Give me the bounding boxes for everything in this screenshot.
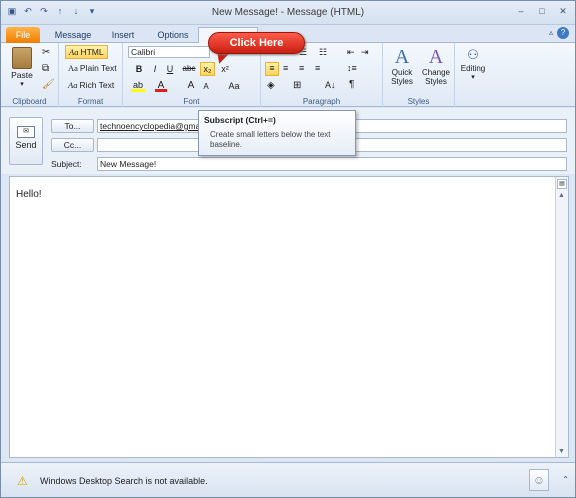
tab-file[interactable]: File (6, 27, 40, 43)
tab-message[interactable]: Message (51, 27, 95, 43)
editing-group: ⚇ Editing ▾ (455, 43, 491, 107)
font-group-label: Font (183, 97, 200, 106)
title-bar: ▣ ↶ ↷ ↑ ↓ ▾ New Message! - Message (HTML… (1, 1, 575, 25)
format-painter-icon[interactable]: 🖌 (42, 79, 55, 90)
bold-button[interactable]: B (134, 63, 144, 75)
click-here-callout: Click Here (208, 32, 305, 54)
quick-styles-button[interactable]: A Quick Styles (385, 46, 419, 86)
window-controls: – □ ✕ (515, 5, 569, 17)
italic-button[interactable]: I (150, 63, 160, 75)
font-color-icon[interactable]: A (155, 80, 167, 92)
line-spacing-icon[interactable]: ↕≡ (347, 63, 357, 73)
decrease-indent-icon[interactable]: ⇤ (347, 47, 355, 58)
format-group: Aa HTML Aa Plain Text Aa Rich Text Forma… (59, 43, 123, 107)
warning-icon: ⚠ (17, 474, 28, 488)
ruler-icon[interactable]: ▤ (557, 179, 567, 189)
change-styles-icon: A (428, 46, 444, 68)
people-pane-icon[interactable]: ☺ (529, 469, 549, 491)
highlight-color-icon[interactable]: ab (131, 80, 145, 92)
chevron-down-icon: ▾ (471, 74, 475, 81)
editing-button[interactable]: ⚇ Editing ▾ (457, 46, 489, 81)
tooltip-title: Subscript (Ctrl+=) (204, 115, 276, 125)
vertical-scrollbar[interactable]: ▤ ▲ ▼ (555, 177, 568, 457)
tab-options[interactable]: Options (151, 27, 195, 43)
align-right-icon[interactable]: ≡ (299, 63, 304, 73)
copy-icon[interactable]: ⧉ (42, 63, 49, 74)
quick-styles-icon: A (394, 46, 410, 68)
message-body[interactable]: Hello! ▤ ▲ ▼ (9, 176, 569, 458)
styles-group: A Quick Styles A Change Styles Styles (383, 43, 455, 107)
chevron-down-icon: ▾ (20, 81, 24, 88)
send-button[interactable]: ✉ Send (9, 117, 43, 165)
shrink-font-button[interactable]: A (201, 81, 211, 93)
show-formatting-icon[interactable]: ¶ (349, 79, 354, 90)
increase-indent-icon[interactable]: ⇥ (361, 47, 369, 58)
rich-text-button[interactable]: Aa Rich Text (68, 80, 114, 90)
cut-icon[interactable]: ✂ (42, 47, 50, 58)
close-icon[interactable]: ✕ (557, 5, 569, 17)
to-button[interactable]: To... (51, 119, 94, 133)
tab-insert[interactable]: Insert (102, 27, 144, 43)
tooltip-description: Create small letters below the text base… (210, 130, 331, 149)
window-title: New Message! - Message (HTML) (211, 7, 365, 18)
subject-label: Subject: (51, 159, 82, 169)
paragraph-group-label: Paragraph (302, 97, 341, 106)
styles-group-label: Styles (407, 97, 430, 106)
plain-text-button[interactable]: Aa Plain Text (68, 63, 117, 73)
subscript-tooltip: Subscript (Ctrl+=) Create small letters … (198, 110, 356, 156)
paste-button[interactable]: Paste ▾ (8, 47, 36, 88)
font-name-input[interactable]: Calibri (128, 46, 210, 58)
sort-icon[interactable]: A↓ (325, 80, 336, 90)
clipboard-group-label: Clipboard (12, 97, 47, 106)
align-left-icon[interactable]: ≡ (265, 62, 279, 76)
change-case-button[interactable]: Aa (227, 80, 241, 92)
send-icon: ✉ (17, 126, 35, 138)
scroll-up-icon[interactable]: ▲ (558, 192, 565, 199)
strikethrough-button[interactable]: abc (181, 63, 197, 75)
binoculars-icon: ⚇ (467, 47, 479, 62)
body-text: Hello! (16, 189, 42, 200)
scroll-down-icon[interactable]: ▼ (558, 448, 565, 455)
help-icon[interactable]: ? (557, 27, 569, 39)
people-pane-toggle-icon[interactable]: ⌃ (562, 475, 569, 484)
grow-font-button[interactable]: A (186, 80, 196, 92)
justify-icon[interactable]: ≡ (315, 63, 320, 73)
clipboard-group: Paste ▾ ✂ ⧉ 🖌 Clipboard (1, 43, 59, 107)
minimize-icon[interactable]: – (515, 5, 527, 17)
clipboard-icon (12, 47, 32, 69)
subject-field[interactable]: New Message! (97, 157, 567, 171)
change-styles-button[interactable]: A Change Styles (419, 46, 453, 86)
ribbon-collapse-icon[interactable]: ▵ (549, 28, 553, 37)
shading-icon[interactable]: ◈ (267, 80, 275, 91)
status-text: Windows Desktop Search is not available. (40, 476, 208, 486)
subscript-button[interactable]: x₂ (200, 62, 215, 76)
maximize-icon[interactable]: □ (536, 5, 548, 17)
html-format-button[interactable]: Aa HTML (65, 45, 108, 59)
status-bar: ⚠ Windows Desktop Search is not availabl… (1, 462, 575, 497)
outlook-message-window: ▣ ↶ ↷ ↑ ↓ ▾ New Message! - Message (HTML… (0, 0, 576, 498)
format-group-label: Format (77, 97, 104, 106)
underline-button[interactable]: U (165, 63, 175, 75)
cc-button[interactable]: Cc... (51, 138, 94, 152)
align-center-icon[interactable]: ≡ (283, 63, 288, 73)
numbering-icon[interactable]: ☷ (319, 47, 327, 58)
borders-icon[interactable]: ⊞ (293, 80, 301, 91)
